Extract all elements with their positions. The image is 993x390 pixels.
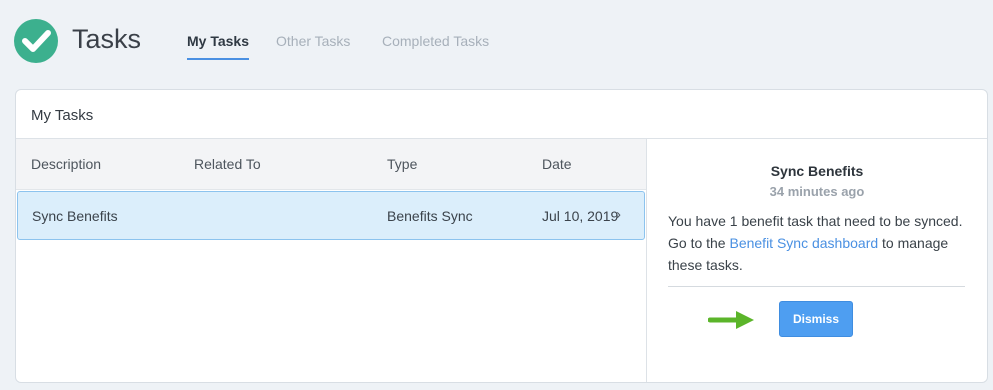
detail-timestamp: 34 minutes ago: [769, 184, 865, 199]
tab-completed-tasks[interactable]: Completed Tasks: [382, 33, 489, 60]
column-header-description[interactable]: Description: [31, 156, 101, 172]
table-header: Description Related To Type Date: [16, 139, 646, 190]
task-detail-pane: Sync Benefits 34 minutes ago You have 1 …: [646, 139, 987, 382]
column-header-related-to[interactable]: Related To: [194, 156, 261, 172]
row-date: Jul 10, 2019: [542, 208, 619, 224]
column-header-date[interactable]: Date: [542, 156, 572, 172]
tab-my-tasks[interactable]: My Tasks: [187, 33, 249, 60]
chevron-right-icon: ›: [616, 206, 621, 223]
check-circle-icon: [14, 19, 58, 63]
app-header: Tasks My Tasks Other Tasks Completed Tas…: [0, 0, 993, 80]
tab-other-tasks[interactable]: Other Tasks: [276, 33, 350, 60]
table-row[interactable]: Sync Benefits Benefits Sync Jul 10, 2019…: [17, 191, 645, 240]
detail-message: You have 1 benefit task that need to be …: [668, 210, 973, 276]
row-description: Sync Benefits: [32, 208, 118, 224]
detail-divider: [668, 286, 965, 287]
dismiss-button[interactable]: Dismiss: [779, 301, 853, 337]
panel-title: My Tasks: [31, 107, 94, 124]
row-type: Benefits Sync: [387, 208, 473, 224]
column-header-type[interactable]: Type: [387, 156, 417, 172]
benefit-sync-dashboard-link[interactable]: Benefit Sync dashboard: [729, 235, 878, 251]
detail-title: Sync Benefits: [770, 163, 864, 179]
app-title: Tasks: [72, 24, 142, 54]
arrow-right-icon: [708, 311, 754, 329]
tasks-panel: My Tasks Description Related To Type Dat…: [15, 89, 988, 383]
